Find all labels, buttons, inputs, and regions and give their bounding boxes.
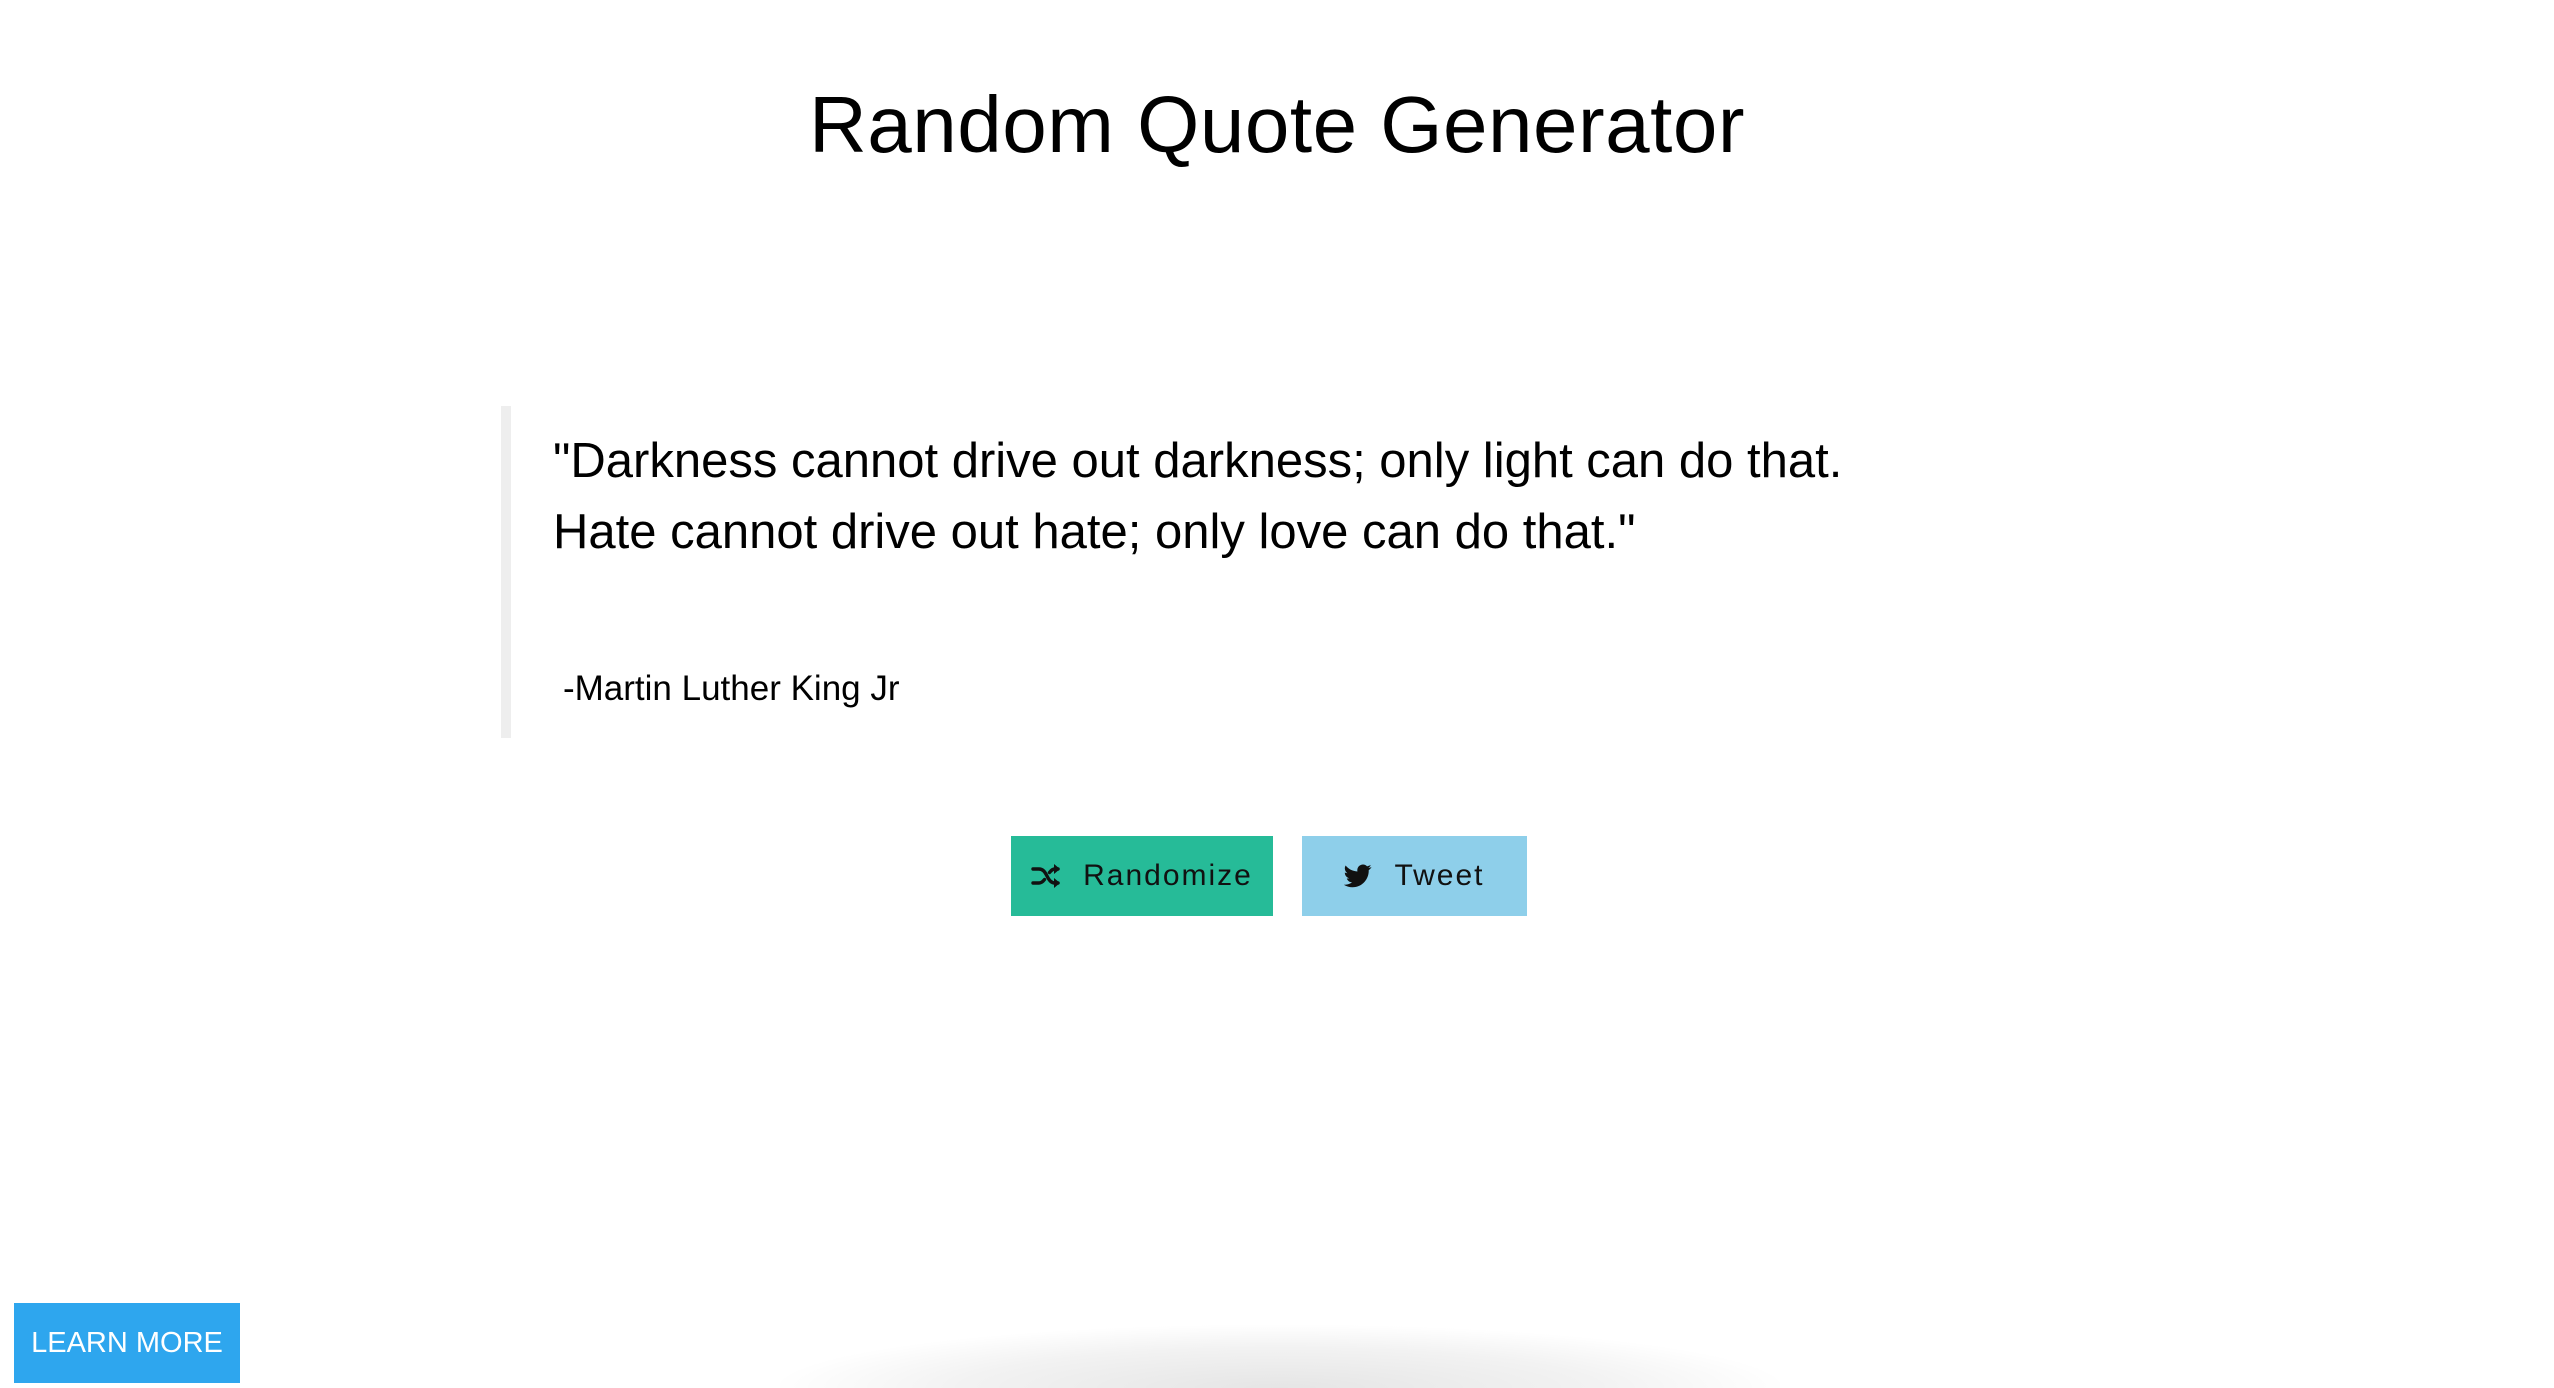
twitter-icon <box>1344 864 1373 888</box>
randomize-button[interactable]: Randomize <box>1011 836 1273 916</box>
quote-line-2: Hate cannot drive out hate; only love ca… <box>553 505 1636 559</box>
quote-block: "Darkness cannot drive out darkness; onl… <box>501 406 2001 738</box>
quote-text: "Darkness cannot drive out darkness; onl… <box>553 406 1953 568</box>
quote-author: -Martin Luther King Jr <box>563 669 900 708</box>
bottom-shadow <box>780 1325 1780 1388</box>
tweet-button[interactable]: Tweet <box>1302 836 1527 916</box>
randomize-label: Randomize <box>1083 859 1253 892</box>
page-title: Random Quote Generator <box>809 80 1745 169</box>
tweet-label: Tweet <box>1394 859 1485 892</box>
shuffle-icon <box>1031 863 1061 889</box>
learn-more-button[interactable]: LEARN MORE <box>14 1303 240 1383</box>
quote-line-1: "Darkness cannot drive out darkness; onl… <box>553 434 1843 488</box>
